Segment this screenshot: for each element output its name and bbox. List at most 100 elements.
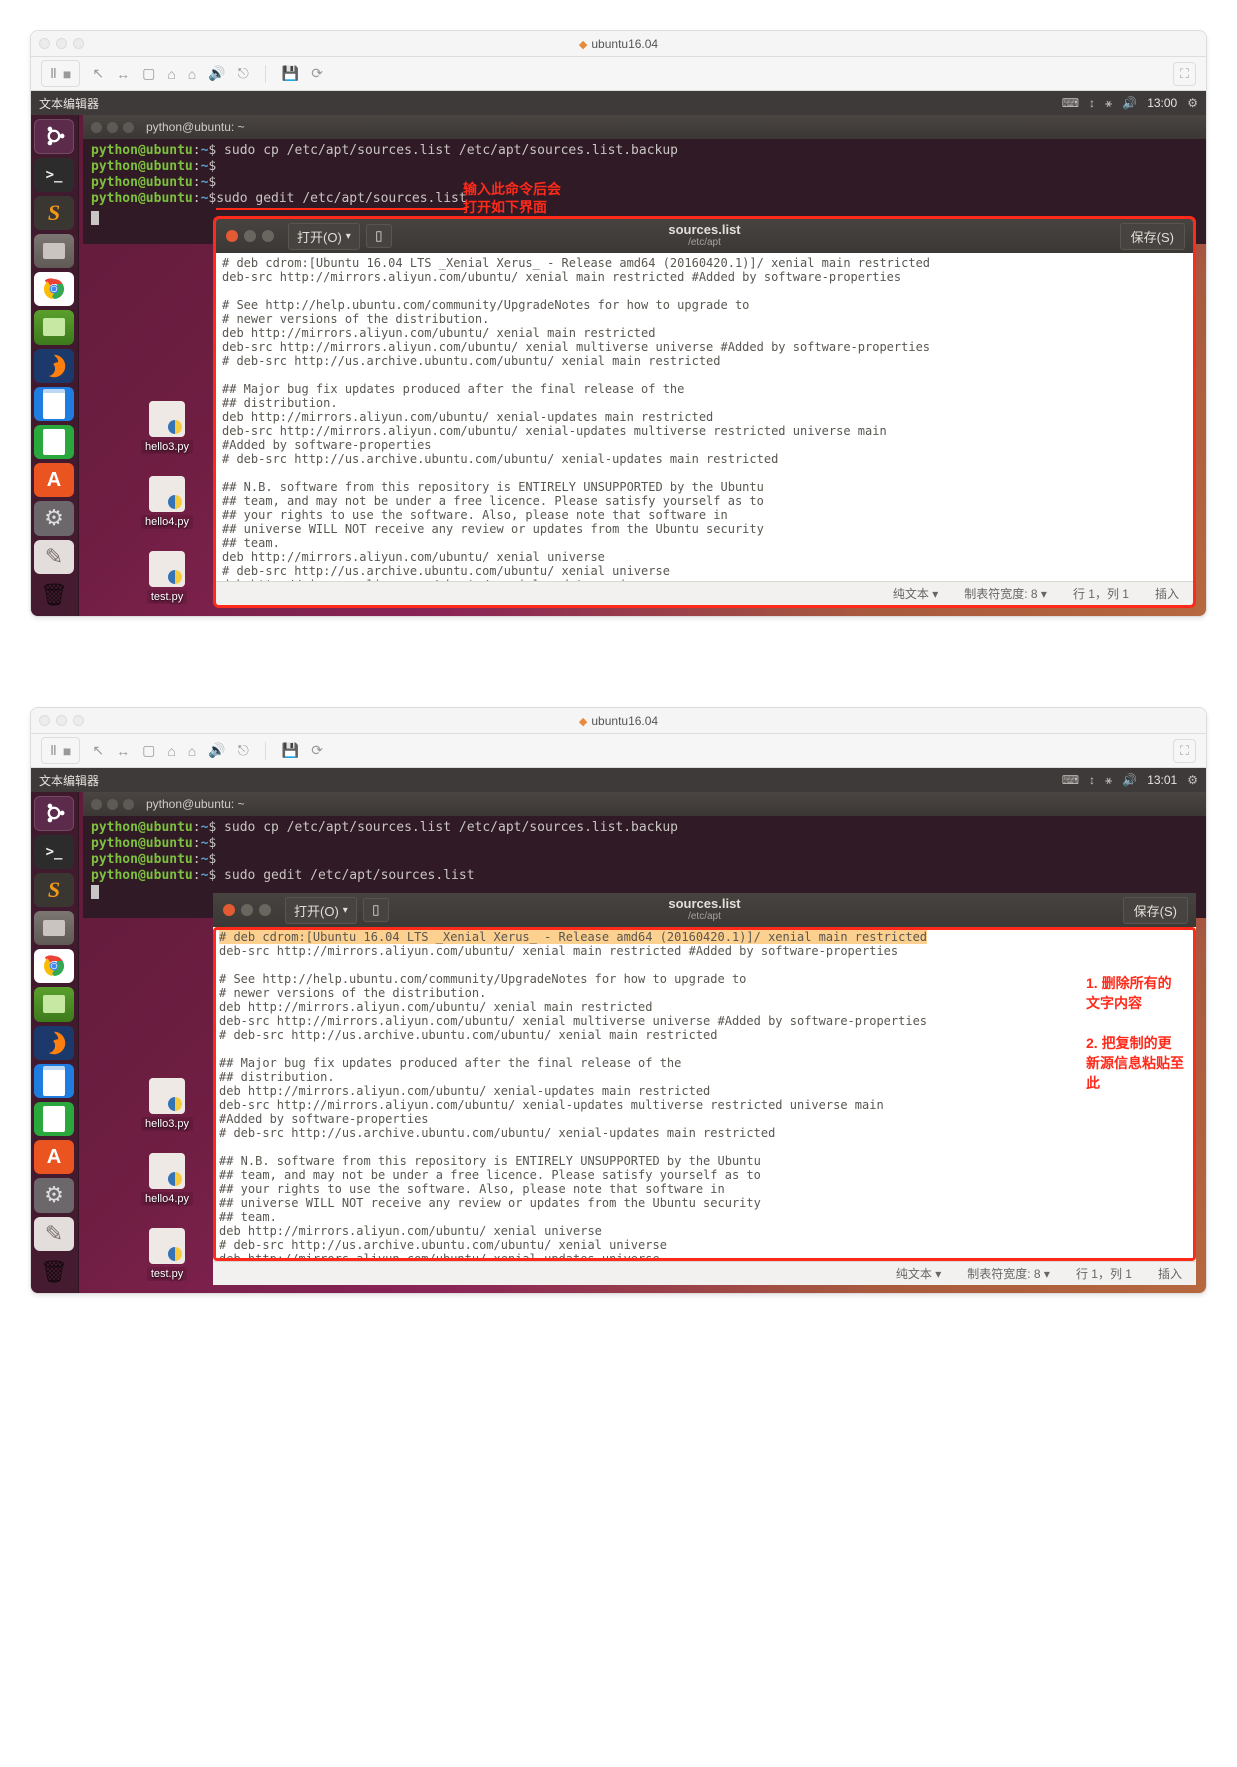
gedit-window[interactable]: 打开(O) ▯ sources.list/etc/apt 保存(S) # deb…	[213, 216, 1196, 608]
save-icon[interactable]: 💾	[282, 65, 299, 82]
minimize-icon[interactable]	[241, 904, 253, 916]
files-icon[interactable]	[34, 234, 74, 268]
chrome-icon[interactable]	[34, 272, 74, 306]
ubuntu-menubar[interactable]: 文本编辑器 ⌨ ↕ ⚹ 🔊 13:00 ⚙	[31, 91, 1206, 115]
syntax-selector[interactable]: 纯文本 ▾	[896, 1265, 941, 1282]
close-icon[interactable]	[91, 122, 102, 133]
new-tab-button[interactable]: ▯	[363, 898, 389, 922]
network-icon[interactable]: ↕	[1089, 96, 1095, 110]
gear-icon[interactable]: ⚙	[1187, 773, 1198, 787]
cursor-icon[interactable]: ↖	[92, 65, 104, 82]
syntax-selector[interactable]: 纯文本 ▾	[893, 585, 938, 602]
writer-icon[interactable]	[34, 387, 74, 421]
gedit-header[interactable]: 打开(O) ▯ sources.list/etc/apt 保存(S)	[213, 893, 1196, 927]
firefox-icon[interactable]	[34, 1026, 74, 1060]
volume-icon[interactable]: 🔊	[1122, 773, 1137, 787]
keyboard-icon[interactable]: ⌨	[1062, 96, 1079, 110]
nautilus-icon[interactable]	[34, 987, 74, 1021]
editor-text-area[interactable]: # deb cdrom:[Ubuntu 16.04 LTS _Xenial Xe…	[213, 927, 1196, 1261]
minimize-icon[interactable]	[244, 230, 256, 242]
snapshot-icon[interactable]: ⟳	[311, 742, 323, 759]
new-tab-button[interactable]: ▯	[366, 224, 392, 248]
gedit-icon[interactable]	[34, 540, 74, 574]
unity-launcher[interactable]	[31, 792, 79, 1293]
zoom-icon[interactable]	[73, 38, 84, 49]
keyboard-icon[interactable]: ⌨	[1062, 773, 1079, 787]
dash-icon[interactable]	[34, 796, 74, 831]
disk-icon[interactable]: ⌂	[188, 66, 196, 82]
resize-icon[interactable]: ↔	[116, 66, 130, 82]
desktop-file[interactable]: test.py	[141, 1228, 193, 1281]
ubuntu-menubar[interactable]: 文本编辑器 ⌨ ↕ ⚹ 🔊 13:01 ⚙	[31, 768, 1206, 792]
terminal-titlebar[interactable]: python@ubuntu: ~	[83, 792, 1206, 816]
gedit-window[interactable]: 打开(O) ▯ sources.list/etc/apt 保存(S) # deb…	[213, 893, 1196, 1285]
nautilus-icon[interactable]	[34, 310, 74, 344]
calc-icon[interactable]	[34, 425, 74, 459]
sublime-icon[interactable]	[34, 873, 74, 907]
insert-mode[interactable]: 插入	[1155, 585, 1179, 602]
dash-icon[interactable]	[34, 119, 74, 154]
gedit-statusbar[interactable]: 纯文本 ▾ 制表符宽度: 8 ▾ 行 1，列 1 插入	[216, 581, 1193, 605]
firefox-icon[interactable]	[34, 349, 74, 383]
calc-icon[interactable]	[34, 1102, 74, 1136]
disk-icon[interactable]: ⌂	[167, 66, 175, 82]
writer-icon[interactable]	[34, 1064, 74, 1098]
maximize-icon[interactable]	[259, 904, 271, 916]
unity-launcher[interactable]	[31, 115, 79, 616]
resize-icon[interactable]: ↔	[116, 743, 130, 759]
volume-icon[interactable]: 🔊	[1122, 96, 1137, 110]
snapshot-icon[interactable]: ⟳	[311, 65, 323, 82]
bluetooth-icon[interactable]: ⚹	[1105, 773, 1112, 788]
trash-icon[interactable]	[34, 1255, 74, 1289]
save-button[interactable]: 保存(S)	[1123, 897, 1188, 924]
tab-width-selector[interactable]: 制表符宽度: 8 ▾	[964, 585, 1047, 602]
terminal-titlebar[interactable]: python@ubuntu: ~	[83, 115, 1206, 139]
software-icon[interactable]	[34, 1140, 74, 1174]
maximize-icon[interactable]	[123, 122, 134, 133]
save-button[interactable]: 保存(S)	[1120, 223, 1185, 250]
sublime-icon[interactable]	[34, 196, 74, 230]
minimize-icon[interactable]	[56, 715, 67, 726]
unity-icon[interactable]: ▢	[142, 65, 155, 82]
maximize-icon[interactable]	[262, 230, 274, 242]
usb-icon[interactable]: ⎋	[238, 742, 249, 759]
sound-icon[interactable]: 🔊	[208, 742, 225, 759]
editor-text-area[interactable]: # deb cdrom:[Ubuntu 16.04 LTS _Xenial Xe…	[216, 253, 1193, 581]
vm-play-controls[interactable]: Ⅱ■	[41, 60, 80, 87]
mac-window-controls[interactable]	[39, 715, 84, 726]
desktop-file[interactable]: hello4.py	[141, 476, 193, 529]
clock[interactable]: 13:01	[1147, 773, 1177, 787]
minimize-icon[interactable]	[107, 799, 118, 810]
close-icon[interactable]	[223, 904, 235, 916]
save-icon[interactable]: 💾	[282, 742, 299, 759]
terminal-icon[interactable]	[34, 158, 74, 192]
bluetooth-icon[interactable]: ⚹	[1105, 96, 1112, 111]
clock[interactable]: 13:00	[1147, 96, 1177, 110]
desktop-file[interactable]: hello4.py	[141, 1153, 193, 1206]
vm-play-controls[interactable]: Ⅱ■	[41, 737, 80, 764]
terminal-icon[interactable]	[34, 835, 74, 869]
desktop-file[interactable]: hello3.py	[141, 401, 193, 454]
chrome-icon[interactable]	[34, 949, 74, 983]
minimize-icon[interactable]	[107, 122, 118, 133]
tab-width-selector[interactable]: 制表符宽度: 8 ▾	[967, 1265, 1050, 1282]
close-icon[interactable]	[39, 38, 50, 49]
close-icon[interactable]	[91, 799, 102, 810]
gedit-header[interactable]: 打开(O) ▯ sources.list/etc/apt 保存(S)	[216, 219, 1193, 253]
close-icon[interactable]	[226, 230, 238, 242]
files-icon[interactable]	[34, 911, 74, 945]
fullscreen-icon[interactable]: ⛶	[1173, 62, 1196, 86]
close-icon[interactable]	[39, 715, 50, 726]
desktop-file[interactable]: test.py	[141, 551, 193, 604]
gedit-icon[interactable]	[34, 1217, 74, 1251]
insert-mode[interactable]: 插入	[1158, 1265, 1182, 1282]
vm-device-icons[interactable]: ↖ ↔ ▢ ⌂ ⌂ 🔊 ⎋ 💾 ⟳	[92, 65, 323, 83]
gedit-statusbar[interactable]: 纯文本 ▾ 制表符宽度: 8 ▾ 行 1，列 1 插入	[213, 1261, 1196, 1285]
network-icon[interactable]: ↕	[1089, 773, 1095, 787]
sound-icon[interactable]: 🔊	[208, 65, 225, 82]
mac-window-controls[interactable]	[39, 38, 84, 49]
desktop-file[interactable]: hello3.py	[141, 1078, 193, 1131]
maximize-icon[interactable]	[123, 799, 134, 810]
unity-icon[interactable]: ▢	[142, 742, 155, 759]
vm-device-icons[interactable]: ↖ ↔ ▢ ⌂ ⌂ 🔊 ⎋ 💾 ⟳	[92, 742, 323, 760]
